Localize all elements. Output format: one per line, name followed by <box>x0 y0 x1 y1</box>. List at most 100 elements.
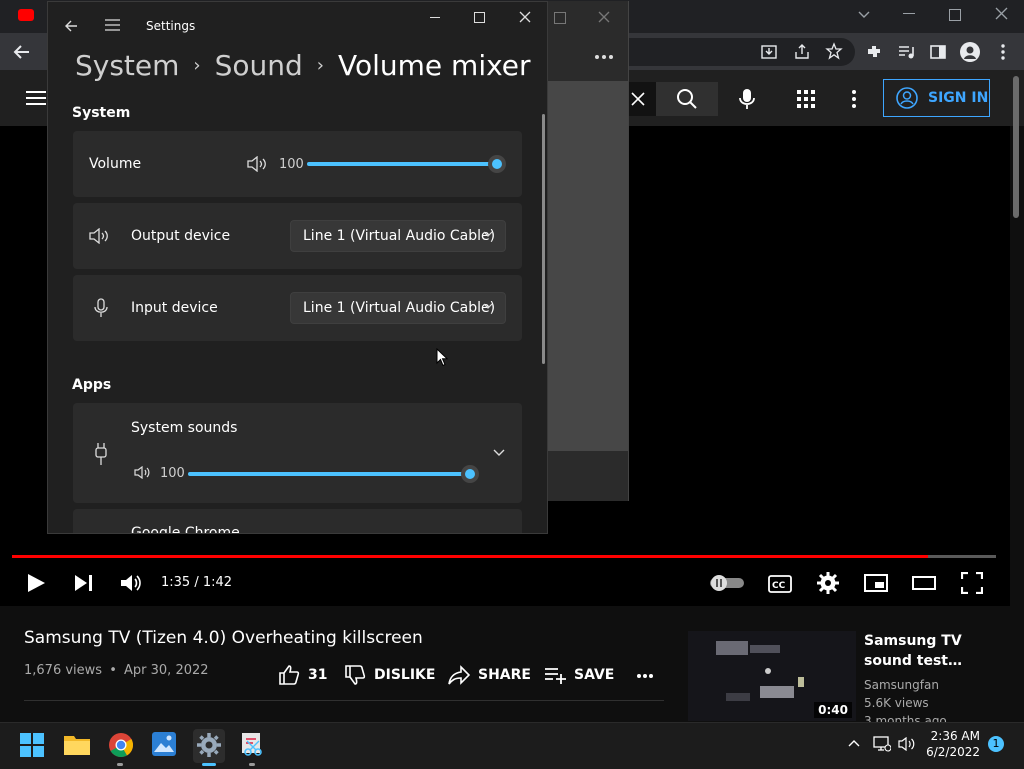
settings-maximize-icon[interactable] <box>474 12 485 23</box>
network-icon[interactable] <box>873 736 891 752</box>
photos-app-icon[interactable] <box>151 731 181 761</box>
divider <box>24 700 664 701</box>
snipping-tool-icon[interactable] <box>239 731 269 761</box>
notification-badge[interactable]: 1 <box>988 736 1004 752</box>
section-heading-apps: Apps <box>72 377 112 393</box>
browser-restore-icon[interactable] <box>949 9 961 21</box>
video-duration-badge: 0:40 <box>814 702 852 718</box>
share-label: SHARE <box>478 667 531 683</box>
output-device-label: Output device <box>131 228 231 244</box>
browser-close-icon[interactable] <box>995 7 1008 20</box>
settings-minimize-icon[interactable] <box>430 17 440 18</box>
app-name-google-chrome: Google Chrome <box>131 525 240 534</box>
playlist-add-icon <box>545 668 566 684</box>
mouse-cursor-icon <box>436 348 448 367</box>
input-device-dropdown[interactable]: Line 1 (Virtual Audio Cable) <box>290 292 506 324</box>
save-button[interactable]: SAVE <box>544 664 614 686</box>
clock-time: 2:36 AM <box>930 729 980 743</box>
output-device-card: Output device Line 1 (Virtual Audio Cabl… <box>73 203 522 269</box>
back-arrow-icon[interactable] <box>12 42 32 62</box>
page-scrollbar[interactable] <box>1010 72 1022 562</box>
volume-slider[interactable] <box>307 162 497 166</box>
thumbs-up-icon <box>279 665 300 685</box>
account-circle-icon <box>896 87 918 109</box>
voice-search-mic-icon[interactable] <box>738 88 756 110</box>
more-actions-icon[interactable] <box>636 673 654 679</box>
youtube-favicon-icon <box>18 9 34 21</box>
system-volume-icon[interactable] <box>898 737 918 751</box>
fullscreen-icon[interactable] <box>961 572 983 594</box>
install-app-icon[interactable] <box>760 43 778 61</box>
view-count: 1,676 views <box>24 663 103 678</box>
search-button[interactable] <box>656 82 718 116</box>
sign-in-label: SIGN IN <box>928 90 989 106</box>
output-device-value: Line 1 (Virtual Audio Cable) <box>303 228 496 244</box>
microphone-icon <box>94 298 108 318</box>
start-windows-icon[interactable] <box>20 733 50 763</box>
youtube-settings-menu-icon[interactable] <box>851 90 857 108</box>
share-button[interactable]: SHARE <box>448 664 531 686</box>
guide-menu-icon[interactable] <box>26 90 46 106</box>
taskbar <box>0 722 1024 769</box>
settings-taskbar-button[interactable] <box>193 729 225 763</box>
settings-scrollbar[interactable] <box>542 114 545 364</box>
app-volume-value: 100 <box>160 466 185 481</box>
browser-menu-icon[interactable] <box>1000 43 1006 61</box>
browser-minimize-icon[interactable] <box>903 13 915 14</box>
chevron-down-icon <box>483 303 493 309</box>
suggested-channel: Samsungfan <box>864 678 939 692</box>
upload-date: Apr 30, 2022 <box>124 663 209 678</box>
app-speaker-icon[interactable] <box>134 466 152 479</box>
breadcrumb-sound[interactable]: Sound <box>215 49 303 82</box>
autoplay-toggle[interactable] <box>710 575 744 591</box>
share-page-icon[interactable] <box>793 43 811 61</box>
app-volume-slider-thumb[interactable] <box>461 465 479 483</box>
mute-volume-icon[interactable] <box>120 573 142 593</box>
dislike-label: DISLIKE <box>374 667 436 683</box>
play-icon[interactable] <box>26 573 46 593</box>
sign-in-button[interactable]: SIGN IN <box>883 79 990 117</box>
suggested-video-title[interactable]: Samsung TV sound test… <box>864 631 994 671</box>
input-device-card: Input device Line 1 (Virtual Audio Cable… <box>73 275 522 341</box>
output-speaker-icon <box>89 228 111 244</box>
video-progress-bar[interactable] <box>12 555 996 558</box>
chrome-browser-icon[interactable] <box>107 731 137 761</box>
extensions-puzzle-icon[interactable] <box>865 43 883 61</box>
settings-back-icon[interactable] <box>64 19 78 33</box>
media-control-icon[interactable] <box>897 43 915 61</box>
bookmark-star-icon[interactable] <box>825 42 843 60</box>
settings-nav-menu-icon[interactable] <box>105 19 120 31</box>
theater-mode-icon[interactable] <box>912 576 936 590</box>
settings-close-icon[interactable] <box>519 11 531 23</box>
expand-chevron-down-icon[interactable] <box>493 449 505 457</box>
like-count: 31 <box>308 667 328 683</box>
section-heading-system: System <box>72 105 131 121</box>
clear-search-icon[interactable] <box>630 91 646 107</box>
breadcrumb-system[interactable]: System <box>75 49 179 82</box>
svg-text:CC: CC <box>772 581 786 591</box>
file-explorer-folder-icon[interactable] <box>63 731 93 761</box>
volume-card: Volume 100 <box>73 131 522 197</box>
side-panel-icon[interactable] <box>929 43 947 61</box>
page-title: Volume mixer <box>338 49 531 82</box>
app-volume-slider[interactable] <box>188 472 470 476</box>
output-device-dropdown[interactable]: Line 1 (Virtual Audio Cable) <box>290 220 506 252</box>
thumbs-down-icon <box>345 665 366 685</box>
volume-slider-thumb[interactable] <box>488 155 506 173</box>
player-settings-gear-icon[interactable] <box>817 572 839 594</box>
like-button[interactable]: 31 <box>278 664 327 686</box>
subtitles-cc-icon[interactable]: CC <box>768 575 792 593</box>
app-card-system-sounds: System sounds 100 <box>73 403 522 503</box>
speaker-icon[interactable] <box>247 156 269 172</box>
dislike-button[interactable]: DISLIKE <box>344 664 435 686</box>
miniplayer-icon[interactable] <box>864 574 888 592</box>
suggested-video-thumbnail[interactable]: 0:40 <box>688 631 856 721</box>
show-hidden-icons-chevron-up-icon[interactable] <box>848 739 860 747</box>
tab-search-icon[interactable] <box>858 8 870 20</box>
suggested-views: 5.6K views <box>864 696 929 710</box>
taskbar-clock[interactable]: 2:36 AM 6/2/2022 <box>926 728 980 760</box>
apps-grid-icon[interactable] <box>797 90 815 108</box>
next-video-icon[interactable] <box>74 574 94 592</box>
profile-avatar-icon[interactable] <box>960 42 980 62</box>
breadcrumb-chevron-icon: › <box>316 55 324 76</box>
